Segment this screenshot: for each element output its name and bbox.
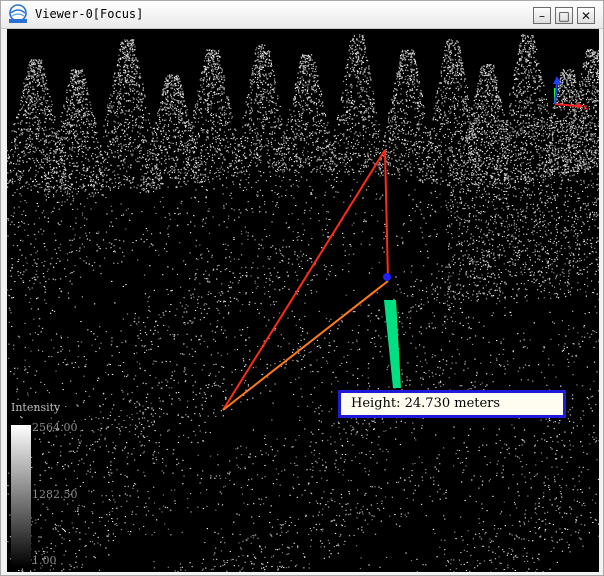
legend-mid-value: 1282.50	[32, 488, 78, 501]
measure-anchor-point	[383, 273, 391, 281]
close-button[interactable]: ✕	[577, 7, 595, 24]
point-cloud-viewport[interactable]: Height: 24.730 meters Intensity 2564.00 …	[7, 29, 599, 572]
maximize-button[interactable]: □	[555, 7, 573, 24]
minimize-button[interactable]: –	[533, 7, 551, 24]
axis-x-label: x	[583, 103, 589, 113]
measure-line-top-to-base	[222, 149, 386, 411]
intensity-colorbar	[11, 425, 31, 567]
legend-title: Intensity	[11, 401, 61, 414]
lidar360-logo-icon	[9, 4, 27, 23]
legend-max-value: 2564.00	[32, 421, 78, 434]
window-title: Viewer-0[Focus]	[35, 7, 144, 21]
legend-min-value: 1.00	[32, 554, 57, 567]
vertical-height-beam	[384, 300, 401, 388]
axes-gizmo-icon: x	[553, 76, 589, 113]
height-measurement	[222, 149, 401, 411]
viewer-window: Viewer-0[Focus] – □ ✕ Height: 24.730 met…	[0, 0, 604, 576]
measure-line-vertical	[384, 149, 389, 280]
title-bar[interactable]: Viewer-0[Focus] – □ ✕	[1, 1, 603, 29]
height-readout: Height: 24.730 meters	[338, 390, 566, 418]
